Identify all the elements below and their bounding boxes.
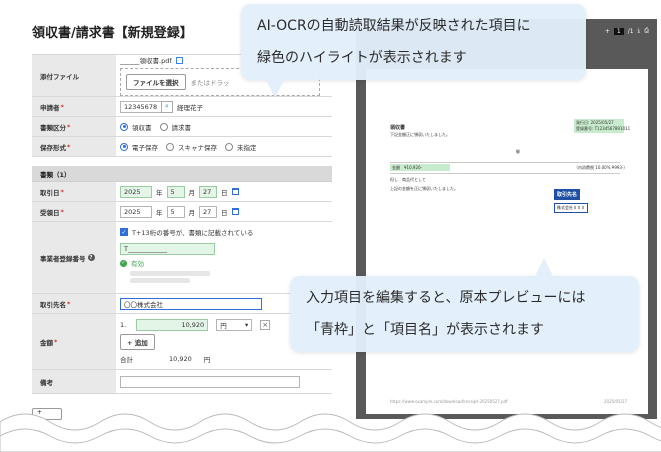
page-total: /1 xyxy=(627,27,634,35)
radio-unspecified-label: 未指定 xyxy=(237,143,257,152)
trade-month-input[interactable]: 5 xyxy=(166,185,185,198)
amount-input[interactable]: 10,920 xyxy=(136,318,209,331)
row-applicant: 申請者 * 12345678 ⌕ 経理花子 xyxy=(32,97,332,117)
row-receive-date: 受領日 * 2025 年 5月 27 日 xyxy=(32,202,332,222)
radio-receipt[interactable] xyxy=(120,122,128,131)
reg-no-checkbox[interactable]: ✓ xyxy=(120,228,128,236)
add-amount-button[interactable]: + 追加 xyxy=(120,334,155,351)
radio-invoice[interactable] xyxy=(159,122,168,131)
preview-rule xyxy=(390,173,620,174)
reg-no-check-label: T+13桁の番号が、書類に記載されている xyxy=(132,229,254,237)
radio-scanner[interactable] xyxy=(166,142,174,151)
callout-bottom-line1: 入力項目を編集すると、原本プレビューには xyxy=(306,290,586,306)
preview-tax-note: （内消費税 10.00% ¥993-） xyxy=(574,165,628,170)
callout-top-line2: 緑色のハイライトが表示されます xyxy=(257,50,467,66)
label-partner: 取引先名 * xyxy=(32,294,116,313)
total-label: 合計 xyxy=(120,356,133,365)
help-icon[interactable]: ? xyxy=(87,254,95,261)
preview-reg-no: 登録番号: T1234567891011 xyxy=(576,126,631,131)
callout-bottom-line2: 「青枠」と「項目名」が表示されます xyxy=(306,322,544,338)
blue-frame-box: 株式会社ＸＸＸ xyxy=(554,203,588,213)
radio-scanner-label: スキャナ保存 xyxy=(178,143,217,152)
reg-no-status: 有効 xyxy=(131,260,144,268)
receive-day-input[interactable]: 27 xyxy=(199,205,217,218)
label-doc-type: 書類区分 * xyxy=(32,117,116,136)
preview-item: 但し 商品代として xyxy=(390,177,426,182)
doc-type-cell: 領収書 請求書 xyxy=(116,117,332,136)
label-file: 添付ファイル xyxy=(32,55,116,96)
trade-year-input[interactable]: 2025 xyxy=(120,185,152,198)
section-header: 書類（1） xyxy=(32,167,332,182)
receive-date-cell: 2025 年 5月 27 日 xyxy=(116,202,332,221)
currency-select[interactable]: 円 ▾ xyxy=(216,318,253,331)
label-receive-date: 受領日 * xyxy=(32,202,116,221)
zoom-in-icon[interactable]: + xyxy=(605,28,610,35)
download-icon[interactable]: ⤓ xyxy=(638,27,641,35)
label-trade-date: 取引日 * xyxy=(32,182,116,201)
label-applicant: 申請者 * xyxy=(32,97,116,116)
label-amount: 金額 * xyxy=(32,314,116,369)
row-doc-type: 書類区分 * 領収書 請求書 xyxy=(32,117,332,137)
row-note: 備考 xyxy=(32,370,332,394)
wavy-cut-edge xyxy=(0,413,661,452)
trade-day-input[interactable]: 27 xyxy=(199,185,217,198)
radio-receipt-label: 領収書 xyxy=(132,123,152,132)
blurred-company-info xyxy=(130,271,210,276)
attached-file-link[interactable]: ______領収書.pdf xyxy=(120,55,172,65)
storage-cell: 電子保存 スキャナ保存 未指定 xyxy=(116,137,332,156)
preview-doc-title: 領収書 xyxy=(390,125,406,131)
radio-electronic-label: 電子保存 xyxy=(132,143,158,152)
preview-amount: 金額 ¥10,920- xyxy=(392,165,422,170)
search-icon[interactable]: ⌕ xyxy=(161,100,173,113)
applicant-cell: 12345678 ⌕ 経理花子 xyxy=(116,97,332,116)
drop-hint: またはドラッ xyxy=(190,79,230,87)
preview-stamp-text: 上記の金額を正に領収いたしました。 xyxy=(390,186,458,191)
preview-doc-sub: 下記金額正に領収いたしました。 xyxy=(390,132,450,137)
preview-center-mark: 御 xyxy=(516,149,520,154)
radio-invoice-label: 請求書 xyxy=(171,123,192,132)
chevron-down-icon: ▾ xyxy=(244,320,249,329)
check-circle-icon: ✓ xyxy=(120,259,127,267)
total-value: 10,920 xyxy=(169,355,192,364)
total-unit: 円 xyxy=(203,356,211,365)
page-title: 領収書/請求書【新規登録】 xyxy=(32,26,193,41)
label-reg-no: 事業者登録番号? xyxy=(32,222,116,293)
field-name-tag: 取引先名 xyxy=(554,189,581,200)
registration-form: 添付ファイル ______領収書.pdf ファイルを選択 またはドラッ 申請者 *… xyxy=(32,54,332,394)
reg-no-input[interactable]: T____________ xyxy=(120,243,215,255)
row-reg-no: 事業者登録番号? ✓ T+13桁の番号が、書類に記載されている T_______… xyxy=(32,222,332,294)
blurred-address-info xyxy=(130,278,190,283)
receive-year-input[interactable]: 2025 xyxy=(120,205,152,218)
trade-date-cell: 2025 年 5月 27 日 xyxy=(116,182,332,201)
calendar-icon[interactable] xyxy=(231,188,239,195)
row-trade-date: 取引日 * 2025 年 5月 27 日 xyxy=(32,182,332,202)
label-note: 備考 xyxy=(32,370,116,393)
applicant-id-input[interactable]: 12345678 xyxy=(120,100,162,113)
external-link-icon[interactable] xyxy=(175,56,183,64)
partner-name-input[interactable]: 〇〇株式会社 xyxy=(120,297,262,310)
calendar-icon[interactable] xyxy=(231,208,239,215)
receive-month-input[interactable]: 5 xyxy=(166,205,185,218)
row-amount: 金額 * 1. 10,920 円 ▾ × + 追加 合計 10,920 円 xyxy=(32,314,332,370)
remove-row-icon[interactable]: × xyxy=(260,319,271,330)
print-icon[interactable]: ⎙ xyxy=(644,27,649,35)
note-cell xyxy=(116,370,332,393)
row-partner: 取引先名 * 〇〇株式会社 xyxy=(32,294,332,314)
radio-unspecified[interactable] xyxy=(225,142,233,151)
row-storage: 保存形式 * 電子保存 スキャナ保存 未指定 xyxy=(32,137,332,157)
applicant-name: 経理花子 xyxy=(177,103,203,112)
label-storage: 保存形式 * xyxy=(32,137,116,156)
section-gap xyxy=(32,157,332,167)
page-number-input[interactable]: 1 xyxy=(613,27,624,35)
preview-toolbar: + 1 /1 ⤓ ⎙ xyxy=(605,27,649,35)
preview-page: 領収書 下記金額正に領収いたしました。 発行日: 2025/05/27 登録番号… xyxy=(366,69,648,414)
note-input[interactable] xyxy=(120,375,300,388)
callout-top-line1: AI-OCRの自動読取結果が反映された項目に xyxy=(257,18,531,34)
radio-electronic[interactable] xyxy=(120,142,128,151)
choose-file-button[interactable]: ファイルを選択 xyxy=(126,74,186,90)
amount-index: 1. xyxy=(120,320,127,329)
callout-bottom: 入力項目を編集すると、原本プレビューには 「青枠」と「項目名」が表示されます xyxy=(290,258,639,352)
callout-top: AI-OCRの自動読取結果が反映された項目に 緑色のハイライトが表示されます xyxy=(241,4,586,98)
preview-rule xyxy=(390,162,620,163)
